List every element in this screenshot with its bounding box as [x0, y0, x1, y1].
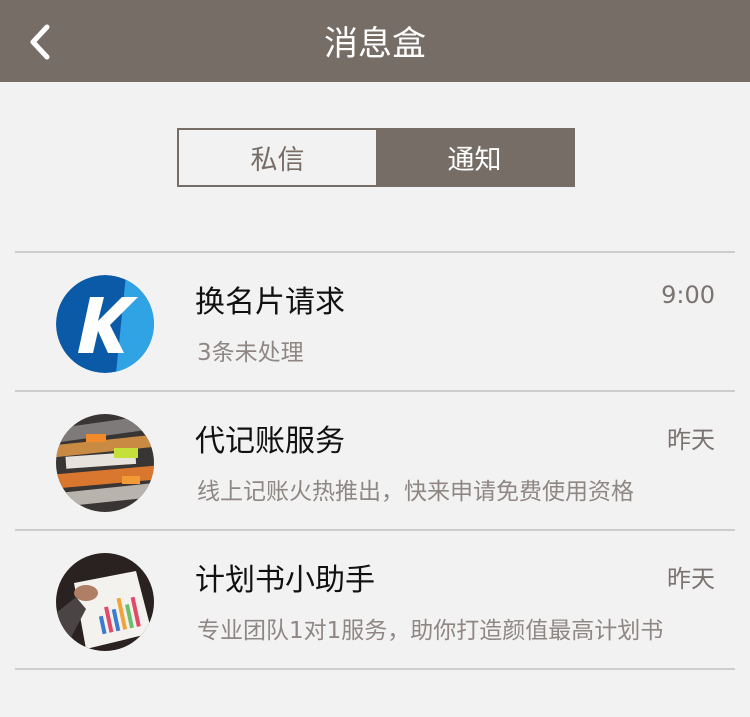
list-item[interactable]: 换名片请求 9:00 3条未处理	[15, 253, 735, 392]
item-subtitle: 线上记账火热推出，快来申请免费使用资格	[197, 479, 634, 505]
item-time: 昨天	[667, 426, 715, 454]
list-item[interactable]: 计划书小助手 昨天 专业团队1对1服务，助你打造颜值最高计划书	[15, 531, 735, 670]
item-subtitle: 3条未处理	[197, 340, 304, 366]
item-title: 换名片请求	[195, 285, 345, 320]
tab-private-messages[interactable]: 私信	[179, 130, 376, 185]
item-subtitle: 专业团队1对1服务，助你打造颜值最高计划书	[197, 618, 664, 644]
item-title: 代记账服务	[195, 424, 345, 459]
chart-photo-icon	[56, 553, 154, 651]
k-logo-icon	[56, 275, 154, 373]
documents-photo-icon	[56, 414, 154, 512]
item-time: 昨天	[667, 565, 715, 593]
segmented-control: 私信 通知	[177, 128, 575, 187]
list-item[interactable]: 代记账服务 昨天 线上记账火热推出，快来申请免费使用资格	[15, 392, 735, 531]
message-list: 换名片请求 9:00 3条未处理 代记账服务 昨天 线上记账火热推出，快来申请免…	[15, 251, 735, 670]
item-title: 计划书小助手	[195, 563, 375, 598]
item-time: 9:00	[661, 281, 715, 309]
tab-notifications[interactable]: 通知	[376, 130, 573, 185]
top-bar: 消息盒	[0, 0, 750, 82]
avatar	[56, 275, 154, 373]
avatar	[56, 553, 154, 651]
back-button[interactable]	[20, 18, 60, 66]
page-title: 消息盒	[324, 24, 426, 64]
avatar	[56, 414, 154, 512]
chevron-left-icon	[30, 24, 50, 60]
